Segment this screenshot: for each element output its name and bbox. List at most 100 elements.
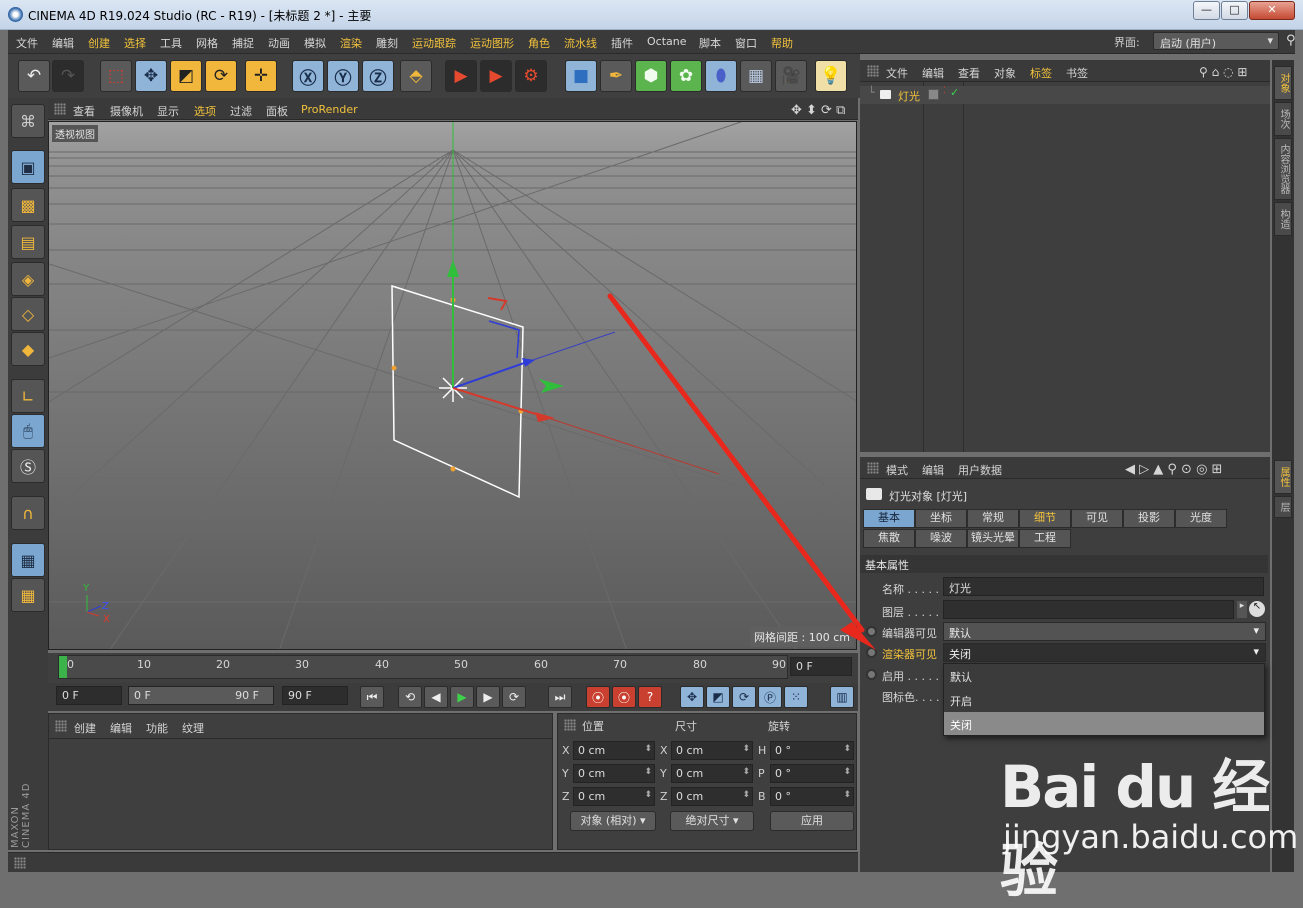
- viewport-menu-options[interactable]: 选项: [194, 103, 216, 119]
- size-z-field[interactable]: 0 cm: [671, 787, 753, 806]
- render-settings-icon[interactable]: ⚙: [515, 60, 547, 92]
- rotate-icon[interactable]: ⟳: [205, 60, 237, 92]
- axis-mode-icon[interactable]: ∟: [11, 379, 45, 413]
- visibility-dots-icon[interactable]: ⁚: [943, 86, 946, 96]
- viewport-canvas[interactable]: Y Z X: [49, 122, 857, 650]
- material-menu-edit[interactable]: 编辑: [110, 720, 132, 736]
- am-menu-userdata[interactable]: 用户数据: [958, 462, 1002, 478]
- panel-grip-icon[interactable]: [867, 65, 879, 77]
- menu-motion-tracking[interactable]: 运动跟踪: [412, 35, 456, 51]
- key-parameter-icon[interactable]: Ⓟ: [758, 686, 782, 708]
- goto-prev-key-icon[interactable]: ⟲: [398, 686, 422, 708]
- scale-icon[interactable]: ◩: [170, 60, 202, 92]
- close-button[interactable]: ✕: [1249, 1, 1295, 20]
- layout-select[interactable]: 启动 (用户): [1153, 32, 1279, 50]
- am-menu-edit[interactable]: 编辑: [922, 462, 944, 478]
- tab-structure[interactable]: 构造: [1274, 202, 1292, 236]
- menu-pipeline[interactable]: 流水线: [564, 35, 597, 51]
- object-name[interactable]: 灯光: [898, 88, 920, 104]
- material-menu-create[interactable]: 创建: [74, 720, 96, 736]
- tab-attributes[interactable]: 属性: [1274, 460, 1292, 494]
- menu-sculpt[interactable]: 雕刻: [376, 35, 398, 51]
- cloner-icon[interactable]: ✿: [670, 60, 702, 92]
- redo-icon[interactable]: ↷: [52, 60, 84, 92]
- enabled-check-icon[interactable]: ✓: [950, 86, 959, 99]
- deformer-icon[interactable]: ⬮: [705, 60, 737, 92]
- tab-shadow[interactable]: 投影: [1123, 509, 1175, 528]
- apply-button[interactable]: 应用: [770, 811, 854, 831]
- step-back-icon[interactable]: ◀: [424, 686, 448, 708]
- menu-animate[interactable]: 动画: [268, 35, 290, 51]
- menu-mograph[interactable]: 运动图形: [470, 35, 514, 51]
- record-keys-icon[interactable]: ⦿: [586, 686, 610, 708]
- material-menu-texture[interactable]: 纹理: [182, 720, 204, 736]
- menu-character[interactable]: 角色: [528, 35, 550, 51]
- am-menu-mode[interactable]: 模式: [886, 462, 908, 478]
- polygons-mode-icon[interactable]: ◆: [11, 332, 45, 366]
- pos-y-field[interactable]: 0 cm: [573, 764, 655, 783]
- menu-plugins[interactable]: 插件: [611, 35, 633, 51]
- object-row-light[interactable]: └ 灯光 ⁚ ✓: [860, 86, 1270, 104]
- move-icon[interactable]: ✥: [135, 60, 167, 92]
- camera-icon[interactable]: 🎥: [775, 60, 807, 92]
- transform-icon[interactable]: ✛: [245, 60, 277, 92]
- dropdown-option-on[interactable]: 开启: [944, 688, 1264, 711]
- pos-z-field[interactable]: 0 cm: [573, 787, 655, 806]
- texture-mode-icon[interactable]: ▩: [11, 188, 45, 222]
- viewport-menu-view[interactable]: 查看: [73, 103, 95, 119]
- panel-grip-icon[interactable]: [867, 462, 879, 474]
- x-axis-lock-icon[interactable]: Ⓧ: [292, 60, 324, 92]
- menu-create[interactable]: 创建: [88, 35, 110, 51]
- points-mode-icon[interactable]: ◈: [11, 262, 45, 296]
- frame-range-slider[interactable]: 0 F 90 F: [128, 686, 274, 705]
- tab-content-browser[interactable]: 内容浏览器: [1274, 138, 1292, 200]
- model-mode-icon[interactable]: ▣: [11, 150, 45, 184]
- tab-details[interactable]: 细节: [1019, 509, 1071, 528]
- magnet-icon[interactable]: ∩: [11, 496, 45, 530]
- timeline-ruler[interactable]: 0 10 20 30 40 50 60 70 80 90: [58, 655, 788, 679]
- workplane-lock-icon[interactable]: ▦: [11, 543, 45, 577]
- y-axis-lock-icon[interactable]: Ⓨ: [327, 60, 359, 92]
- menu-snap[interactable]: 捕捉: [232, 35, 254, 51]
- minimize-button[interactable]: —: [1193, 1, 1220, 20]
- workplane-mode-icon[interactable]: ▤: [11, 225, 45, 259]
- menu-window[interactable]: 窗口: [735, 35, 757, 51]
- tab-basic[interactable]: 基本: [863, 509, 915, 528]
- keyframe-selection-icon[interactable]: ?: [638, 686, 662, 708]
- name-field[interactable]: 灯光: [943, 577, 1264, 596]
- panel-grip-icon[interactable]: [564, 719, 576, 731]
- key-scale-icon[interactable]: ◩: [706, 686, 730, 708]
- menu-octane[interactable]: Octane: [647, 35, 687, 48]
- panel-grip-icon[interactable]: [54, 103, 66, 115]
- snap-icon[interactable]: Ⓢ: [11, 449, 45, 483]
- coordinate-mode-select[interactable]: 对象 (相对) ▾: [570, 811, 656, 831]
- layer-field[interactable]: [943, 600, 1234, 619]
- maximize-button[interactable]: □: [1221, 1, 1248, 20]
- menu-help[interactable]: 帮助: [771, 35, 793, 51]
- render-picture-viewer-icon[interactable]: ▶: [480, 60, 512, 92]
- goto-start-icon[interactable]: ⏮: [360, 686, 384, 708]
- tab-objects[interactable]: 对象: [1274, 66, 1292, 100]
- tweak-mode-icon[interactable]: 🖱: [11, 414, 45, 448]
- tab-photometric[interactable]: 光度: [1175, 509, 1227, 528]
- undo-icon[interactable]: ↶: [18, 60, 50, 92]
- panel-grip-icon[interactable]: [55, 720, 67, 732]
- play-icon[interactable]: ▶: [450, 686, 474, 708]
- om-menu-bookmarks[interactable]: 书签: [1066, 65, 1088, 81]
- render-visible-radio[interactable]: [866, 647, 877, 658]
- rot-h-field[interactable]: 0 °: [770, 741, 854, 760]
- search-icon[interactable]: ⚲: [1286, 33, 1296, 48]
- am-nav-icons[interactable]: ◀ ▷ ▲ ⚲ ⊙ ◎ ⊞: [1125, 462, 1222, 477]
- playhead[interactable]: [59, 656, 67, 678]
- om-menu-edit[interactable]: 编辑: [922, 65, 944, 81]
- dropdown-option-off[interactable]: 关闭: [944, 712, 1264, 735]
- step-forward-icon[interactable]: ▶: [476, 686, 500, 708]
- goto-next-key-icon[interactable]: ⟳: [502, 686, 526, 708]
- viewport-menu-cameras[interactable]: 摄像机: [110, 103, 143, 119]
- om-menu-view[interactable]: 查看: [958, 65, 980, 81]
- tab-general[interactable]: 常规: [967, 509, 1019, 528]
- editor-visible-radio[interactable]: [866, 626, 877, 637]
- om-nav-icons[interactable]: ⚲ ⌂ ◌ ⊞: [1199, 65, 1247, 79]
- timeline-window-icon[interactable]: ▥: [830, 686, 854, 708]
- dropdown-option-default[interactable]: 默认: [944, 664, 1264, 687]
